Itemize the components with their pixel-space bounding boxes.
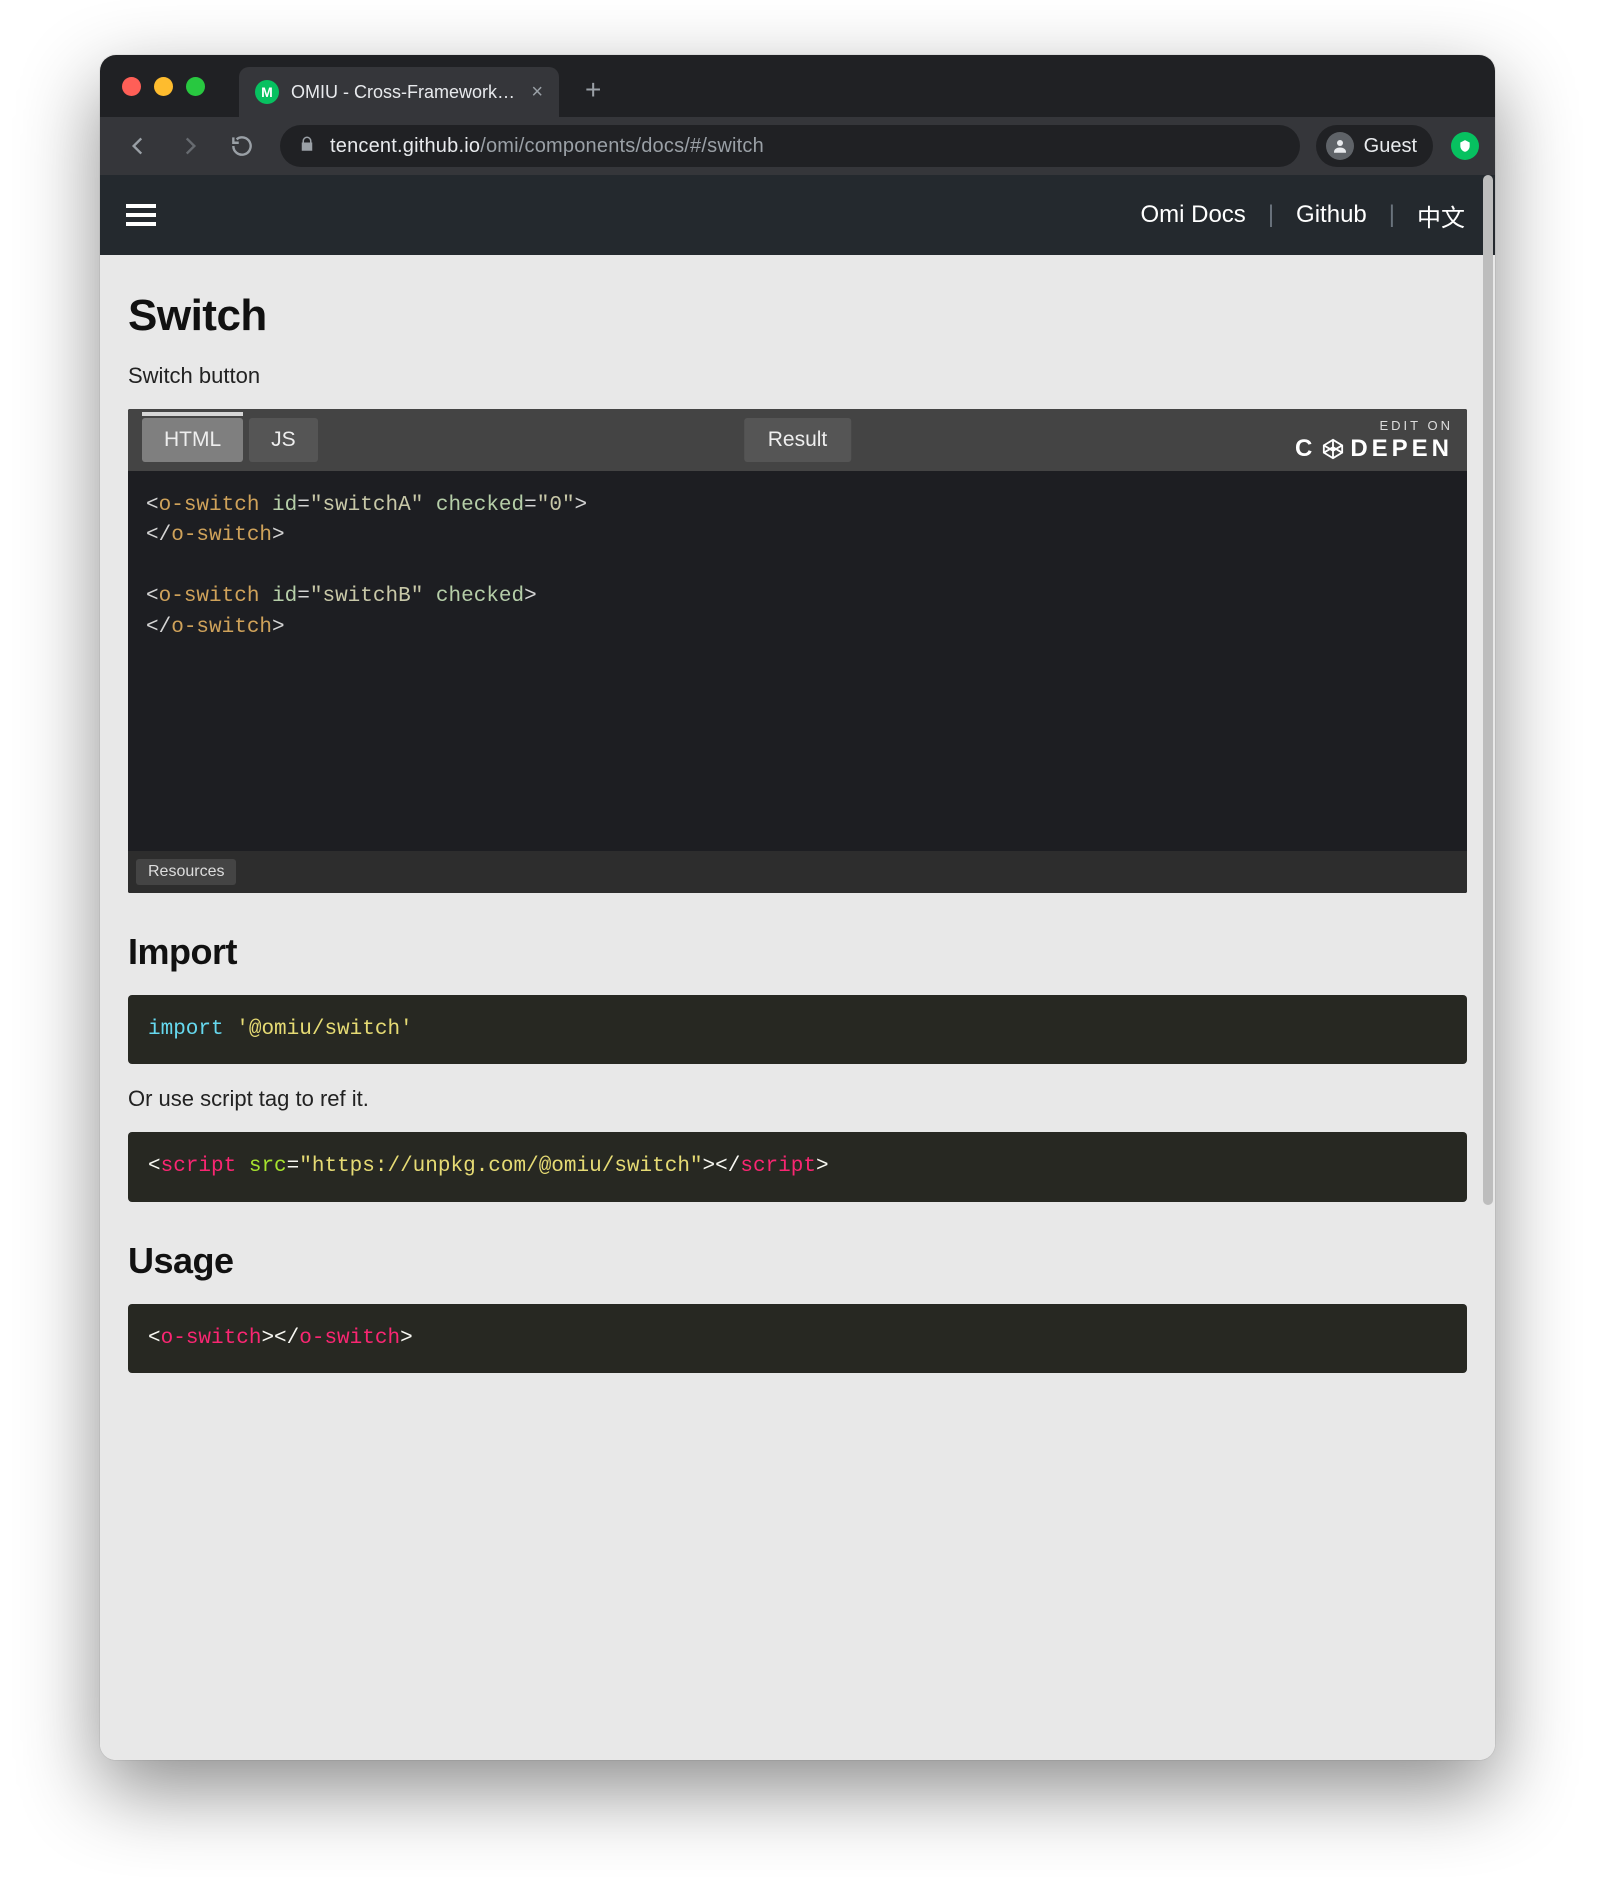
tab-close-icon[interactable]: × bbox=[531, 81, 543, 104]
menu-button[interactable] bbox=[126, 204, 156, 226]
codepen-tab-js[interactable]: JS bbox=[249, 418, 318, 462]
codepen-tab-result[interactable]: Result bbox=[744, 418, 852, 462]
scrollbar[interactable] bbox=[1483, 175, 1493, 1205]
new-tab-button[interactable]: + bbox=[585, 74, 601, 106]
address-bar[interactable]: tencent.github.io/omi/components/docs/#/… bbox=[280, 125, 1300, 167]
window-minimize-button[interactable] bbox=[154, 77, 173, 96]
page-viewport: Omi Docs | Github | 中文 Switch Switch but… bbox=[100, 175, 1495, 1760]
arrow-left-icon bbox=[125, 133, 151, 159]
nav-link-chinese[interactable]: 中文 bbox=[1417, 198, 1465, 233]
nav-separator: | bbox=[1389, 201, 1395, 229]
codepen-brand[interactable]: EDIT ON C DEPEN bbox=[1295, 418, 1453, 463]
page-subtitle: Switch button bbox=[128, 363, 1467, 389]
reload-icon bbox=[229, 133, 255, 159]
window-maximize-button[interactable] bbox=[186, 77, 205, 96]
nav-link-omi-docs[interactable]: Omi Docs bbox=[1140, 201, 1245, 229]
import-heading: Import bbox=[128, 931, 1467, 973]
site-header: Omi Docs | Github | 中文 bbox=[100, 175, 1495, 255]
profile-label: Guest bbox=[1364, 135, 1417, 158]
profile-chip[interactable]: Guest bbox=[1316, 125, 1433, 167]
codepen-logo: C DEPEN bbox=[1295, 435, 1453, 463]
browser-toolbar: tencent.github.io/omi/components/docs/#/… bbox=[100, 117, 1495, 175]
code-import[interactable]: import '@omiu/switch' bbox=[128, 995, 1467, 1064]
lock-icon bbox=[298, 135, 316, 158]
hamburger-icon bbox=[126, 204, 156, 208]
tab-favicon: M bbox=[255, 80, 279, 104]
code-script-tag[interactable]: <script src="https://unpkg.com/@omiu/swi… bbox=[128, 1132, 1467, 1201]
nav-separator: | bbox=[1268, 201, 1274, 229]
nav-link-github[interactable]: Github bbox=[1296, 201, 1367, 229]
window-controls bbox=[122, 77, 205, 96]
window-close-button[interactable] bbox=[122, 77, 141, 96]
header-nav: Omi Docs | Github | 中文 bbox=[1140, 198, 1465, 233]
code-usage[interactable]: <o-switch></o-switch> bbox=[128, 1304, 1467, 1373]
codepen-resources-button[interactable]: Resources bbox=[136, 859, 236, 885]
codepen-embed: HTML JS Result EDIT ON C DEPEN bbox=[128, 409, 1467, 893]
window-titlebar: M OMIU - Cross-Frameworks UI F × + bbox=[100, 55, 1495, 117]
page-title: Switch bbox=[128, 291, 1467, 341]
arrow-right-icon bbox=[177, 133, 203, 159]
extension-button[interactable] bbox=[1451, 132, 1479, 160]
tab-title: OMIU - Cross-Frameworks UI F bbox=[291, 82, 519, 103]
browser-tab[interactable]: M OMIU - Cross-Frameworks UI F × bbox=[239, 67, 559, 117]
url-text: tencent.github.io/omi/components/docs/#/… bbox=[330, 135, 764, 158]
cube-icon bbox=[1322, 438, 1344, 460]
codepen-edit-on-label: EDIT ON bbox=[1380, 418, 1454, 433]
codepen-code-panel[interactable]: <o-switch id="switchA" checked="0"> </o-… bbox=[128, 471, 1467, 851]
codepen-tab-html[interactable]: HTML bbox=[142, 418, 243, 462]
reload-button[interactable] bbox=[220, 124, 264, 168]
forward-button bbox=[168, 124, 212, 168]
import-or-text: Or use script tag to ref it. bbox=[128, 1086, 1467, 1112]
shield-icon bbox=[1458, 139, 1472, 153]
codepen-toolbar: HTML JS Result EDIT ON C DEPEN bbox=[128, 409, 1467, 471]
usage-heading: Usage bbox=[128, 1240, 1467, 1282]
back-button[interactable] bbox=[116, 124, 160, 168]
avatar-icon bbox=[1326, 132, 1354, 160]
codepen-footer: Resources bbox=[128, 851, 1467, 893]
